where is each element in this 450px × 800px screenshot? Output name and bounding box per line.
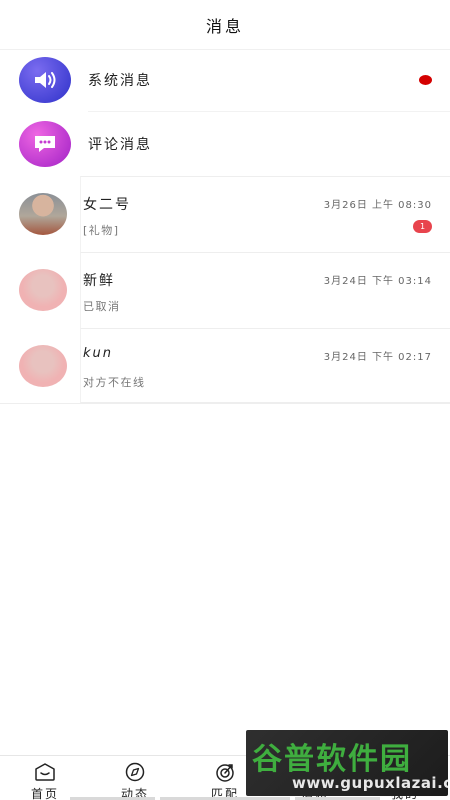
system-messages-label: 系统消息 [88, 73, 152, 89]
chat-name: 新鲜 [83, 273, 115, 289]
speaker-icon [19, 57, 71, 103]
avatar [19, 193, 67, 235]
chat-card [80, 252, 450, 328]
watermark-logo: 谷普软件园 www.gupuxlazai.com [246, 730, 448, 796]
home-icon [35, 763, 55, 781]
chat-preview: 对方不在线 [83, 376, 146, 389]
chat-item[interactable]: 新鲜 3月24日 下午 03:14 已取消 [0, 252, 450, 328]
target-icon [216, 764, 234, 782]
compass-icon [125, 762, 145, 782]
avatar [19, 269, 67, 311]
page-title: 消息 [205, 17, 244, 36]
chat-time: 3月24日 下午 03:14 [323, 276, 432, 287]
chat-time: 3月24日 下午 02:17 [323, 352, 432, 363]
watermark-url: www.gupuxlazai.com [292, 774, 448, 792]
system-messages-row[interactable]: 系统消息 [0, 48, 450, 112]
chat-item[interactable]: 女二号 3月26日 上午 08:30 [礼物] 1 [0, 176, 450, 252]
tab-feed[interactable]: 动态 [95, 756, 175, 800]
unread-dot [419, 75, 432, 85]
avatar [19, 345, 67, 387]
watermark-title: 谷普软件园 [252, 742, 412, 777]
chat-card [80, 176, 450, 252]
chat-time: 3月26日 上午 08:30 [323, 200, 432, 211]
comment-messages-label: 评论消息 [88, 137, 152, 153]
top-bar: 消息 [0, 0, 450, 50]
chat-preview: 已取消 [83, 300, 121, 313]
chat-name: kun [83, 346, 114, 361]
unread-badge: 1 [413, 220, 432, 233]
tab-home[interactable]: 首页 [5, 756, 85, 800]
chat-item[interactable]: kun 3月24日 下午 02:17 对方不在线 [0, 328, 450, 404]
chat-preview: [礼物] [83, 224, 120, 237]
chat-bubble-icon [19, 121, 71, 167]
comment-messages-row[interactable]: 评论消息 [0, 112, 450, 176]
chat-name: 女二号 [83, 197, 131, 213]
chat-card [80, 328, 450, 403]
